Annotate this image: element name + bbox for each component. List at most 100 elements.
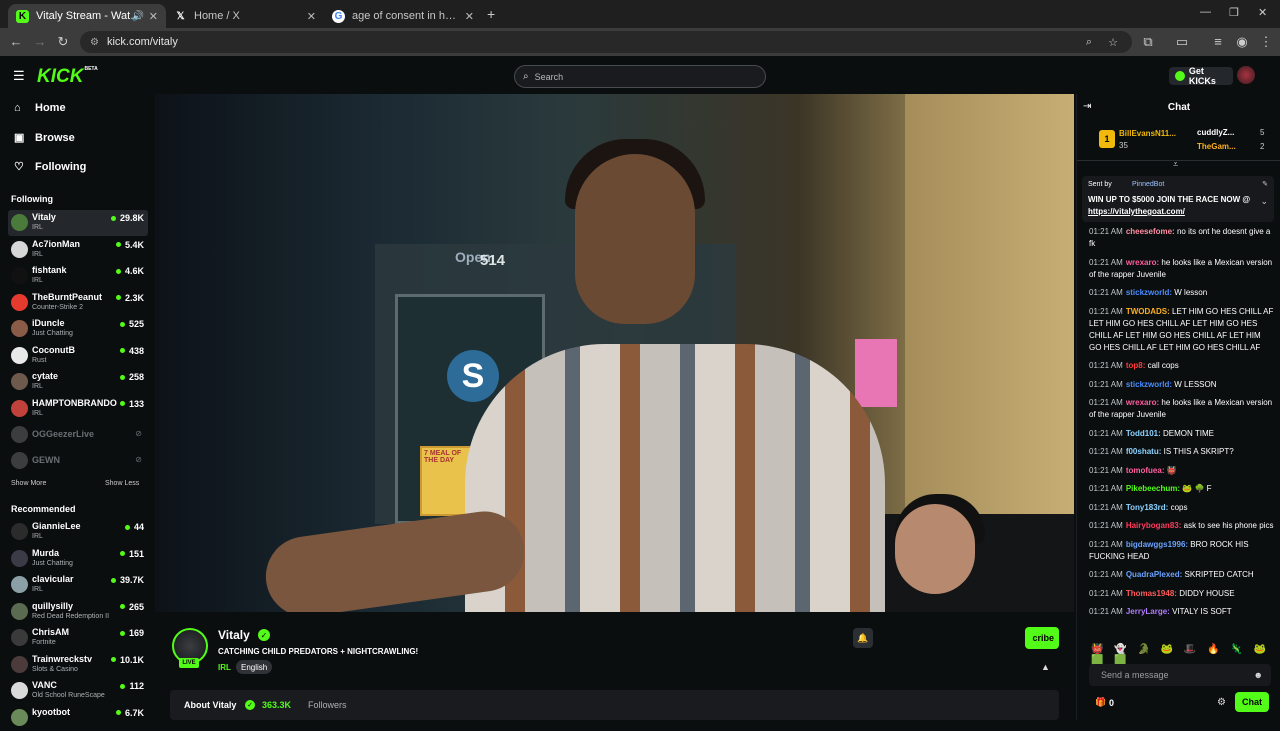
speaker-icon[interactable]: 🔊 bbox=[132, 11, 144, 22]
sidebar-channel-vanc[interactable]: VANC Old School RuneScape 112 bbox=[8, 678, 148, 704]
kick-logo[interactable]: KICKBETA bbox=[37, 66, 98, 88]
gifter-name[interactable]: BillEvansN11... bbox=[1119, 129, 1176, 138]
extensions-icon[interactable]: ⧉ bbox=[1140, 34, 1156, 50]
sidebar-channel-fishtank[interactable]: fishtank IRL 4.6K bbox=[8, 263, 148, 289]
new-tab-icon[interactable]: + bbox=[487, 6, 495, 22]
sidebar-channel-hamptonbrando[interactable]: HAMPTONBRANDO IRL 133 bbox=[8, 396, 148, 422]
viewer-count: 112 bbox=[120, 681, 144, 691]
sidebar-channel-coconutb[interactable]: CoconutB Rust 438 bbox=[8, 343, 148, 369]
sidebar-channel-ac7ionman[interactable]: Ac7ionMan IRL 5.4K bbox=[8, 237, 148, 263]
emoji-picker-icon[interactable]: ☻ bbox=[1254, 670, 1263, 680]
cast-icon[interactable]: ▭ bbox=[1174, 34, 1190, 50]
video-player[interactable]: Open 514 S 7 MEAL OF THE DAY bbox=[155, 94, 1074, 612]
site-info-icon[interactable]: ⚙ bbox=[90, 37, 99, 48]
gifter-name[interactable]: cuddlyZ... bbox=[1197, 128, 1234, 137]
search-icon: ⌕ bbox=[523, 71, 529, 82]
chevron-down-icon[interactable]: ⌄ bbox=[1260, 196, 1268, 207]
tab-x[interactable]: 𝕏 Home / X ✕ bbox=[166, 4, 324, 28]
close-tab-icon[interactable]: ✕ bbox=[465, 10, 474, 23]
message-username[interactable]: tomofuea: bbox=[1126, 466, 1165, 475]
send-chat-button[interactable]: Chat bbox=[1235, 692, 1269, 712]
emote-bar[interactable]: 👹 👻 🐊 🐸 🎩 🔥 🦎 🐸 🟩 🟩 bbox=[1091, 644, 1271, 666]
viewer-count: 169 bbox=[119, 628, 144, 638]
message-username[interactable]: f00shatu: bbox=[1126, 447, 1162, 456]
sidebar-channel-gewn[interactable]: GEWN ⊘ bbox=[8, 448, 148, 474]
viewer-count: 265 bbox=[119, 602, 144, 612]
message-username[interactable]: wrexaro: bbox=[1126, 398, 1159, 407]
zoom-icon[interactable]: ⌕ bbox=[1086, 36, 1092, 49]
message-username[interactable]: stickzworld: bbox=[1126, 380, 1172, 389]
get-kicks-button[interactable]: Get KICKs bbox=[1169, 66, 1233, 86]
back-icon[interactable]: ← bbox=[8, 34, 24, 50]
sidebar-channel-murda[interactable]: Murda Just Chatting 151 bbox=[8, 546, 148, 572]
subscribe-button[interactable]: cribe bbox=[1025, 627, 1059, 649]
sidebar-channel-theburntpeanut[interactable]: TheBurntPeanut Counter-Strike 2 2.3K bbox=[8, 290, 148, 316]
show-less-button[interactable]: Show Less bbox=[105, 480, 139, 487]
maximize-icon[interactable]: ❐ bbox=[1229, 6, 1239, 19]
sidebar-channel-vitaly[interactable]: Vitaly IRL 29.8K bbox=[8, 210, 148, 236]
sidebar-channel-iduncle[interactable]: iDuncle Just Chatting 525 bbox=[8, 316, 148, 342]
stream-category[interactable]: IRL bbox=[218, 663, 231, 672]
url-field[interactable]: ⚙ kick.com/vitaly ⌕ ☆ bbox=[80, 31, 1132, 53]
bookmark-star-icon[interactable]: ☆ bbox=[1108, 36, 1118, 49]
sidebar-channel-clavicular[interactable]: clavicular IRL 39.7K bbox=[8, 572, 148, 598]
message-username[interactable]: bigdawggs1996: bbox=[1126, 540, 1188, 549]
sidebar-channel-oggeezerlive[interactable]: OGGeezerLive ⊘ bbox=[8, 422, 148, 448]
message-username[interactable]: Thomas1948: bbox=[1126, 589, 1177, 598]
minimize-icon[interactable]: — bbox=[1200, 6, 1211, 18]
media-control-icon[interactable]: ≡ bbox=[1210, 34, 1226, 50]
notification-bell-button[interactable]: 🔔 bbox=[853, 628, 873, 648]
message-time: 01:21 AM bbox=[1089, 447, 1123, 456]
chat-settings-icon[interactable]: ⚙ bbox=[1217, 697, 1226, 708]
chat-input[interactable]: Send a message ☻ bbox=[1089, 664, 1271, 686]
nav-browse[interactable]: ▣ Browse bbox=[14, 131, 75, 145]
sidebar-channel-trainwreckstv[interactable]: Trainwreckstv Slots & Casino 10.1K bbox=[8, 652, 148, 678]
close-window-icon[interactable]: ✕ bbox=[1258, 6, 1267, 19]
viewer-count: 4.6K bbox=[115, 266, 144, 276]
message-username[interactable]: TWODADS: bbox=[1126, 307, 1170, 316]
expand-gifters-icon[interactable]: ⩡ bbox=[1173, 159, 1178, 170]
channel-name[interactable]: Vitaly bbox=[218, 628, 250, 642]
nav-following[interactable]: ♡ Following bbox=[14, 160, 86, 174]
tab-google[interactable]: G age of consent in hawaii - Goog ✕ bbox=[324, 4, 482, 28]
report-icon[interactable]: ▲ bbox=[1041, 662, 1050, 672]
browser-menu-icon[interactable]: ⋮ bbox=[1258, 34, 1274, 50]
reload-icon[interactable]: ↻ bbox=[55, 34, 71, 50]
close-tab-icon[interactable]: ✕ bbox=[307, 10, 316, 23]
kicks-icon[interactable]: 🎁 bbox=[1095, 697, 1106, 708]
message-username[interactable]: QuadraPlexed: bbox=[1126, 570, 1182, 579]
viewer-count: 525 bbox=[119, 319, 144, 329]
tab-kick[interactable]: K Vitaly Stream - Watch Live on 🔊 ✕ bbox=[8, 4, 166, 28]
forward-icon[interactable]: → bbox=[32, 34, 48, 50]
message-username[interactable]: top8: bbox=[1126, 361, 1146, 370]
unpin-icon[interactable]: ✎ bbox=[1262, 180, 1268, 188]
message-username[interactable]: cheesefome: bbox=[1126, 227, 1175, 236]
user-avatar[interactable] bbox=[1237, 66, 1255, 84]
channel-avatar bbox=[11, 576, 28, 593]
nav-home[interactable]: ⌂ Home bbox=[14, 102, 66, 114]
close-tab-icon[interactable]: ✕ bbox=[149, 10, 158, 23]
sidebar-channel-quillysilly[interactable]: quillysilly Red Dead Redemption II 265 bbox=[8, 599, 148, 625]
pinned-link[interactable]: https://vitalythegoat.com/ bbox=[1088, 207, 1185, 216]
show-more-button[interactable]: Show More bbox=[11, 480, 46, 487]
sidebar-channel-chrisam[interactable]: ChrisAM Fortnite 169 bbox=[8, 625, 148, 651]
profile-icon[interactable]: ◉ bbox=[1234, 34, 1250, 50]
sidebar-channel-giannielee[interactable]: GiannieLee IRL 44 bbox=[8, 519, 148, 545]
live-dot-icon bbox=[110, 657, 116, 662]
message-username[interactable]: Tony183rd: bbox=[1126, 503, 1169, 512]
channel-avatar bbox=[11, 629, 28, 646]
sidebar-channel-kyootbot[interactable]: kyootbot 6.7K bbox=[8, 705, 148, 731]
gifter-name[interactable]: TheGam... bbox=[1197, 142, 1236, 151]
language-tag[interactable]: English bbox=[236, 660, 273, 674]
sidebar-channel-cytate[interactable]: cytate IRL 258 bbox=[8, 369, 148, 395]
search-input[interactable]: ⌕ Search bbox=[514, 65, 766, 88]
pinned-bot-name[interactable]: PinnedBot bbox=[1132, 181, 1164, 188]
message-username[interactable]: Pikebeechum: bbox=[1126, 484, 1180, 493]
message-username[interactable]: wrexaro: bbox=[1126, 258, 1159, 267]
message-username[interactable]: JerryLarge: bbox=[1126, 607, 1170, 616]
message-username[interactable]: Todd101: bbox=[1126, 429, 1161, 438]
message-username[interactable]: Hairybogan83: bbox=[1126, 521, 1182, 530]
message-username[interactable]: stickzworld: bbox=[1126, 288, 1172, 297]
home-icon: ⌂ bbox=[14, 102, 21, 114]
hamburger-menu-icon[interactable]: ☰ bbox=[13, 68, 25, 84]
